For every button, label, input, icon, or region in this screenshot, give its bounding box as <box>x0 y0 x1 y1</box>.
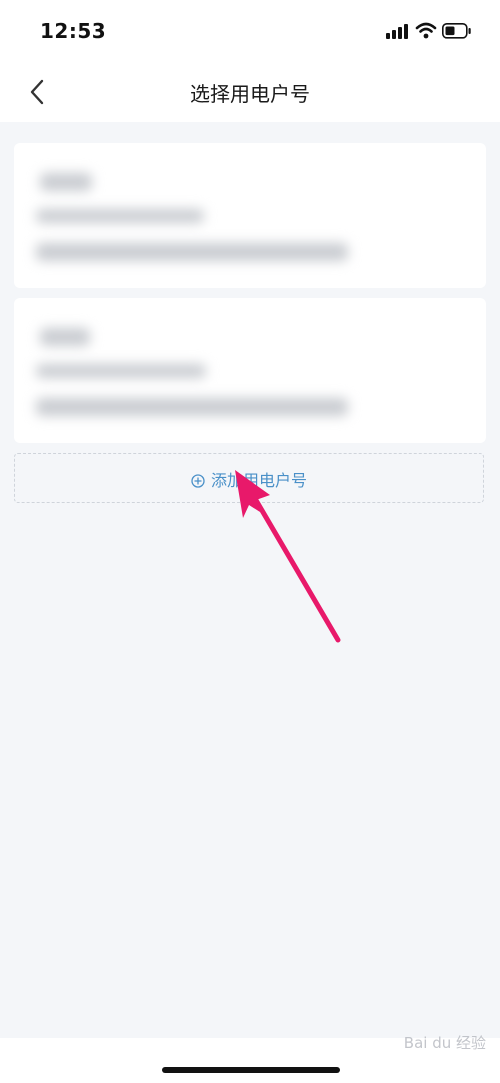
blurred-account-number <box>36 364 206 378</box>
add-account-label: 添加用电户号 <box>210 471 307 490</box>
blurred-account-name <box>40 328 90 346</box>
blurred-account-name <box>40 173 92 191</box>
status-icons <box>386 20 472 42</box>
blurred-account-address <box>36 398 348 416</box>
nav-bar: 选择用电户号 <box>0 62 500 122</box>
blurred-account-address <box>36 243 348 261</box>
add-account-button[interactable]: 添加用电户号 <box>14 453 484 503</box>
watermark: Bai du 经验 <box>403 1034 486 1052</box>
blurred-account-number <box>36 209 204 223</box>
status-time: 12:53 <box>40 19 107 43</box>
signal-icon <box>386 24 408 39</box>
battery-icon <box>442 23 471 39</box>
account-card[interactable] <box>14 298 486 443</box>
home-indicator <box>162 1067 340 1073</box>
account-card[interactable] <box>14 143 486 288</box>
add-account-content: 添加用电户号 <box>15 467 483 491</box>
status-bar: 12:53 <box>0 0 500 62</box>
wifi-icon <box>415 22 437 39</box>
plus-circle-icon <box>191 474 205 488</box>
page-title: 选择用电户号 <box>190 82 310 106</box>
